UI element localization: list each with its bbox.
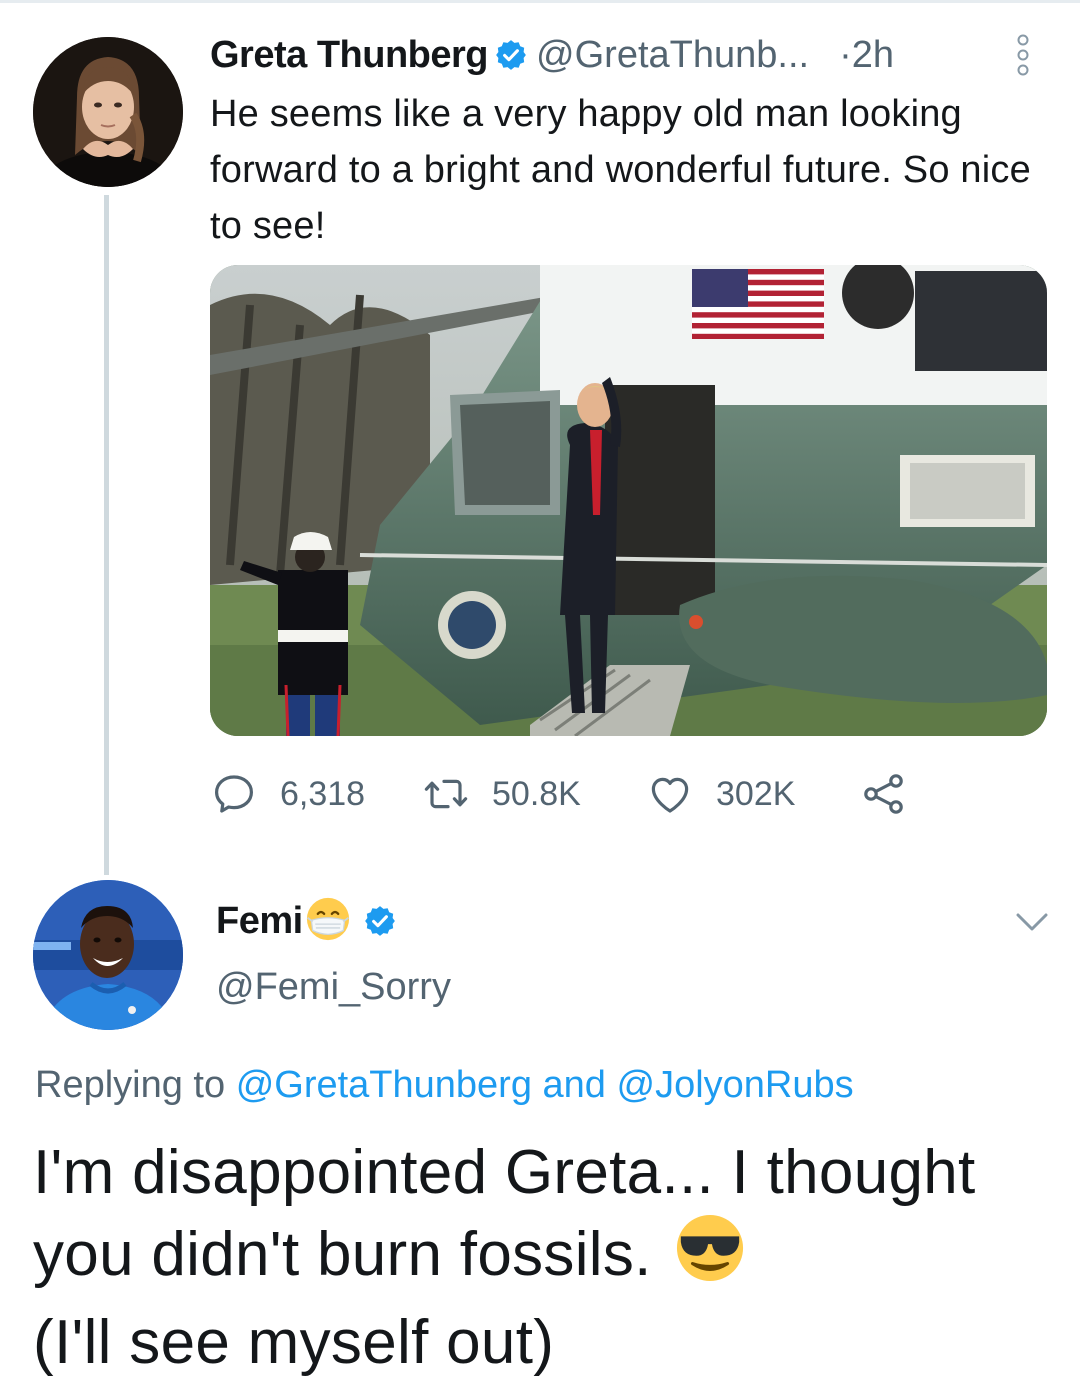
reply-count: 6,318 bbox=[280, 774, 366, 813]
avatar-greta-image bbox=[33, 37, 183, 187]
author-handle[interactable]: @GretaThunb... bbox=[536, 34, 809, 77]
reply-text-line-2: (I'll see myself out) bbox=[33, 1308, 555, 1377]
share-icon bbox=[864, 774, 903, 814]
reply-text-line-1: I'm disappointed Greta... I thought you … bbox=[33, 1138, 976, 1289]
helicopter-photo bbox=[210, 265, 1047, 736]
retweet-icon bbox=[424, 779, 468, 809]
avatar[interactable] bbox=[33, 37, 183, 187]
like-action[interactable]: 302K bbox=[646, 764, 795, 824]
reply-author-name[interactable]: Femi bbox=[216, 900, 303, 943]
smiling-face-with-sunglasses-emoji bbox=[675, 1213, 745, 1303]
tweet-text: He seems like a very happy old man looki… bbox=[210, 93, 1031, 247]
replying-to-line: Replying to @GretaThunberg and @JolyonRu… bbox=[35, 1064, 854, 1107]
reply-author-row: Femi bbox=[216, 893, 405, 949]
avatar[interactable] bbox=[33, 880, 183, 1030]
like-count: 302K bbox=[716, 774, 796, 813]
tweet-media-image[interactable] bbox=[210, 265, 1047, 736]
top-divider bbox=[0, 0, 1080, 3]
retweet-count: 50.8K bbox=[492, 774, 581, 813]
reply-action[interactable]: 6,318 bbox=[210, 764, 365, 824]
heart-icon bbox=[651, 777, 689, 813]
mention-link[interactable]: @JolyonRubs bbox=[617, 1064, 854, 1106]
author-name[interactable]: Greta Thunberg bbox=[210, 34, 489, 77]
more-vertical-icon[interactable] bbox=[1012, 33, 1034, 77]
thread-connector-line bbox=[104, 195, 109, 875]
reply-text: I'm disappointed Greta... I thought you … bbox=[33, 1133, 1063, 1383]
verified-badge-icon bbox=[494, 38, 528, 72]
mention-link[interactable]: @GretaThunberg bbox=[236, 1064, 532, 1106]
comment-bubble-icon bbox=[215, 775, 253, 813]
retweet-action[interactable]: 50.8K bbox=[422, 764, 581, 824]
chevron-down-icon[interactable] bbox=[1012, 905, 1052, 939]
replying-and: and bbox=[542, 1064, 606, 1106]
tweet-timestamp[interactable]: ·2h bbox=[839, 34, 894, 77]
tweet-header: Greta Thunberg @GretaThunb... ·2h bbox=[210, 30, 894, 80]
reply-author-handle[interactable]: @Femi_Sorry bbox=[216, 966, 451, 1009]
avatar-femi-image bbox=[33, 880, 183, 1030]
replying-prefix: Replying to bbox=[35, 1064, 226, 1106]
face-with-medical-mask-emoji bbox=[305, 896, 351, 947]
tweet-actions: 6,318 50.8K 302K bbox=[210, 764, 930, 824]
verified-badge-icon bbox=[363, 904, 397, 938]
share-action[interactable] bbox=[860, 764, 908, 824]
